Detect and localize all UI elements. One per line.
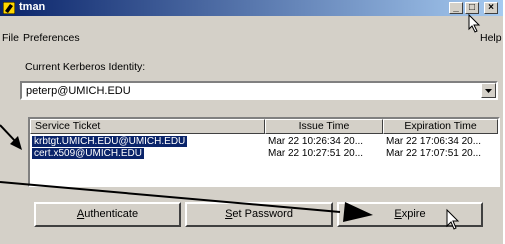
identity-label: Current Kerberos Identity: (25, 61, 146, 73)
ticket-issue-time: Mar 22 10:26:34 20... (268, 136, 364, 147)
menu-preferences[interactable]: Preferences (23, 32, 80, 44)
column-issue-time[interactable]: Issue Time (265, 119, 383, 134)
ticket-service: krbtgt.UMICH.EDU@UMICH.EDU (32, 136, 188, 147)
ticket-expiration-time: Mar 22 17:07:51 20... (386, 148, 482, 159)
close-button[interactable]: × (484, 2, 498, 14)
ticket-list[interactable]: Service Ticket Issue Time Expiration Tim… (28, 117, 500, 187)
chevron-down-icon (485, 89, 492, 93)
dropdown-button[interactable] (481, 83, 496, 98)
minimize-button[interactable]: _ (449, 2, 463, 14)
authenticate-button[interactable]: Authenticate (34, 202, 181, 227)
identity-combobox[interactable]: peterp@UMICH.EDU (20, 81, 498, 100)
column-service-ticket[interactable]: Service Ticket (30, 119, 265, 134)
ticket-issue-time: Mar 22 10:27:51 20... (268, 148, 364, 159)
expire-mnemonic: E (394, 208, 402, 220)
menu-file[interactable]: File (2, 32, 19, 44)
authenticate-label: uthenticate (84, 208, 139, 220)
menu-help[interactable]: Help (480, 32, 502, 44)
menu-bar: File Preferences Help (0, 17, 503, 44)
column-expiration-time[interactable]: Expiration Time (383, 119, 498, 134)
maximize-button[interactable]: □ (465, 2, 479, 14)
expire-button[interactable]: Expire (337, 202, 483, 227)
ticket-expiration-time: Mar 22 17:06:34 20... (386, 136, 482, 147)
tman-window: tman _ □ × File Preferences Help Current… (0, 0, 503, 244)
expire-label: xpire (401, 208, 426, 220)
set-password-label: et Password (232, 208, 293, 220)
app-icon (3, 2, 15, 14)
set-password-button[interactable]: Set Password (185, 202, 333, 227)
ticket-service: cert.x509@UMICH.EDU (32, 148, 144, 159)
title-bar[interactable]: tman _ □ × (0, 0, 503, 16)
identity-value: peterp@UMICH.EDU (26, 85, 131, 97)
window-title: tman (19, 1, 46, 13)
